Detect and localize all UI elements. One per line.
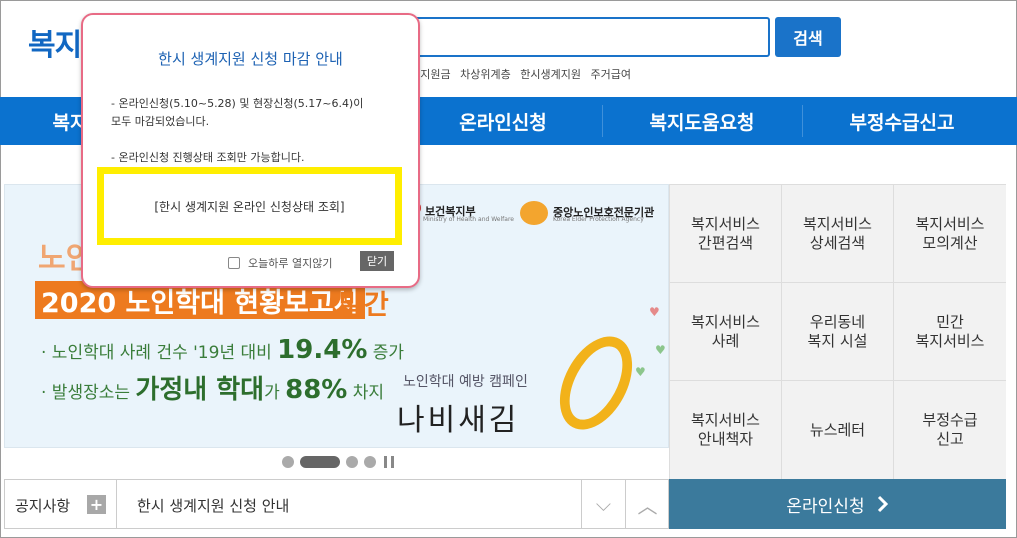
checkbox-label: 오늘하루 열지않기	[248, 257, 333, 270]
popular-keywords: 생계지원금 차상위계층 한시생계지원 주거급여	[400, 66, 637, 82]
search-box[interactable]	[400, 17, 770, 57]
notice-label: 공지사항	[15, 497, 71, 515]
banner-title-rest: 발간	[339, 290, 389, 321]
quick-menu-item[interactable]: 복지서비스 상세검색	[782, 185, 894, 283]
bullet-text: · 노인학대 사례 건수 '19년 대비	[41, 343, 278, 363]
popup-title: 한시 생계지원 신청 마감 안내	[158, 50, 343, 68]
bullet-number: 88%	[285, 375, 348, 405]
chevron-right-icon	[877, 495, 888, 513]
bullet-text: 가	[264, 383, 286, 403]
keyword-link[interactable]: 차상위계층	[460, 68, 511, 81]
quick-menu-item[interactable]: 뉴스레터	[782, 381, 894, 479]
ministry-name-en: Ministry of Health and Welfare	[423, 216, 514, 223]
quick-menu-item[interactable]: 민간 복지서비스	[894, 283, 1006, 381]
popup-paragraph: - 온라인신청(5.10~5.28) 및 현장신청(5.17~6.4)이 모두 …	[111, 97, 364, 128]
banner-bullet-1: · 노인학대 사례 건수 '19년 대비 19.4% 증가	[41, 335, 404, 365]
bullet-number: 19.4%	[277, 335, 368, 365]
quick-menu-item[interactable]: 복지서비스 간편검색	[670, 185, 782, 283]
heart-icon: ♥	[635, 365, 646, 379]
slide-dot[interactable]	[346, 456, 358, 468]
checkbox[interactable]	[228, 257, 240, 269]
quick-menu-grid: 복지서비스 간편검색 복지서비스 상세검색 복지서비스 모의계산 복지서비스 사…	[669, 184, 1006, 479]
online-apply-label: 온라인신청	[786, 496, 865, 517]
heart-icon: ♥	[655, 343, 666, 357]
online-apply-button[interactable]: 온라인신청	[669, 479, 1006, 529]
bullet-text: 차지	[347, 383, 385, 403]
campaign-label: 노인학대 예방 캠페인	[403, 374, 528, 390]
bullet-text: 증가	[367, 343, 405, 363]
dont-show-today[interactable]: 오늘하루 열지않기	[228, 255, 332, 271]
quick-menu-item[interactable]: 복지서비스 안내책자	[670, 381, 782, 479]
slide-indicator	[282, 456, 394, 468]
agency-name-en: Korea Elder Protection Agency	[553, 216, 644, 223]
agency-logo-icon	[520, 201, 548, 225]
popup-close-button[interactable]: 닫기	[360, 251, 394, 271]
bullet-text: · 발생장소는	[41, 383, 136, 403]
search-input[interactable]	[402, 19, 768, 55]
notice-divider	[116, 480, 117, 528]
plus-icon[interactable]: +	[87, 495, 106, 514]
notice-popup: 한시 생계지원 신청 마감 안내 - 온라인신청(5.10~5.28) 및 현장…	[81, 13, 420, 288]
chevron-up-icon[interactable]: ︿	[625, 480, 669, 528]
chevron-down-icon[interactable]: ⌵	[581, 480, 625, 528]
quick-menu-item[interactable]: 부정수급 신고	[894, 381, 1006, 479]
butterfly-ribbon-icon	[545, 324, 647, 442]
keyword-link[interactable]: 주거급여	[590, 68, 630, 81]
campaign-name: 나비새김	[397, 403, 520, 438]
search-button[interactable]: 검색	[775, 17, 841, 57]
nav-item-fraud-report[interactable]: 부정수급신고	[802, 97, 1002, 145]
quick-menu-item[interactable]: 복지서비스 사례	[670, 283, 782, 381]
keyword-link[interactable]: 한시생계지원	[520, 68, 581, 81]
slide-dot[interactable]	[364, 456, 376, 468]
notice-bar: 공지사항 + 한시 생계지원 신청 안내 ⌵ ︿	[4, 479, 669, 529]
quick-menu-item[interactable]: 우리동네 복지 시설	[782, 283, 894, 381]
popup-paragraph: - 온라인신청 진행상태 조회만 가능합니다.	[111, 151, 305, 164]
slide-dot[interactable]	[282, 456, 294, 468]
pause-icon[interactable]	[384, 456, 394, 468]
bullet-emphasis: 가정내 학대	[135, 375, 265, 405]
slide-dot-active[interactable]	[300, 456, 340, 468]
heart-icon: ♥	[649, 305, 660, 319]
status-inquiry-link[interactable]: [한시 생계지원 온라인 신청상태 조회]	[97, 167, 402, 245]
nav-item-help-request[interactable]: 복지도움요청	[602, 97, 802, 145]
quick-menu-item[interactable]: 복지서비스 모의계산	[894, 185, 1006, 283]
site-logo[interactable]: 복지	[28, 20, 82, 64]
nav-item-online-apply[interactable]: 온라인신청	[404, 97, 602, 145]
banner-bullet-2: · 발생장소는 가정내 학대가 88% 차지	[41, 369, 384, 406]
notice-text[interactable]: 한시 생계지원 신청 안내	[137, 495, 289, 516]
